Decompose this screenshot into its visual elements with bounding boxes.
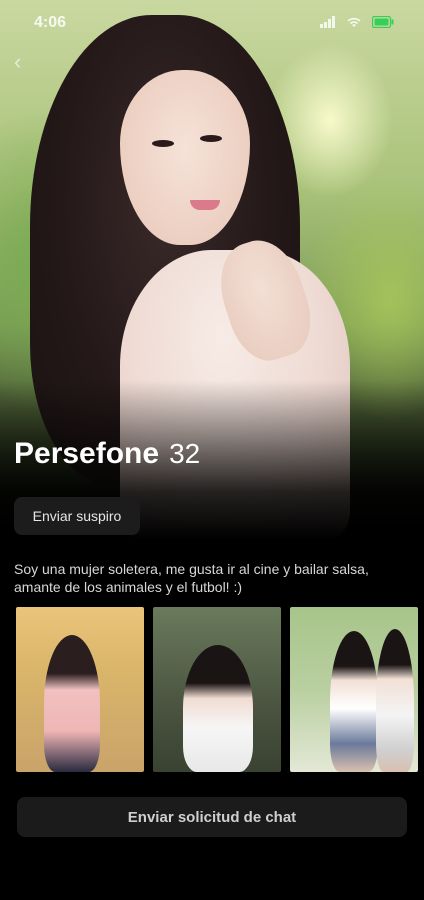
profile-bio: Soy una mujer soletera, me gusta ir al c… [14, 561, 369, 595]
hero-photo-eye-left [152, 140, 174, 147]
gallery-photo-2[interactable] [153, 607, 281, 772]
gallery-photo-3[interactable] [290, 607, 418, 772]
status-icons [320, 16, 394, 28]
gallery-photo-3-figure-right [376, 629, 414, 772]
status-time: 4:06 [34, 14, 67, 31]
hero-photo-eye-right [200, 135, 222, 142]
profile-age: 32 [169, 438, 201, 469]
signal-icon [320, 16, 335, 28]
gallery-photo-1[interactable] [16, 607, 144, 772]
gallery-photo-1-figure [44, 635, 100, 772]
gallery-photo-3-figure-left [330, 631, 378, 772]
send-chat-request-button[interactable]: Enviar solicitud de chat [17, 797, 407, 837]
profile-name: Persefone [14, 437, 160, 470]
battery-icon [372, 16, 394, 28]
send-sigh-button[interactable]: Enviar suspiro [14, 497, 140, 535]
gallery-photo-2-figure [183, 645, 253, 772]
wifi-icon [347, 17, 361, 27]
back-icon[interactable]: ‹ [14, 48, 42, 76]
status-bar: 4:06 [0, 0, 424, 44]
profile-name-row: Persefone 32 [14, 437, 200, 471]
